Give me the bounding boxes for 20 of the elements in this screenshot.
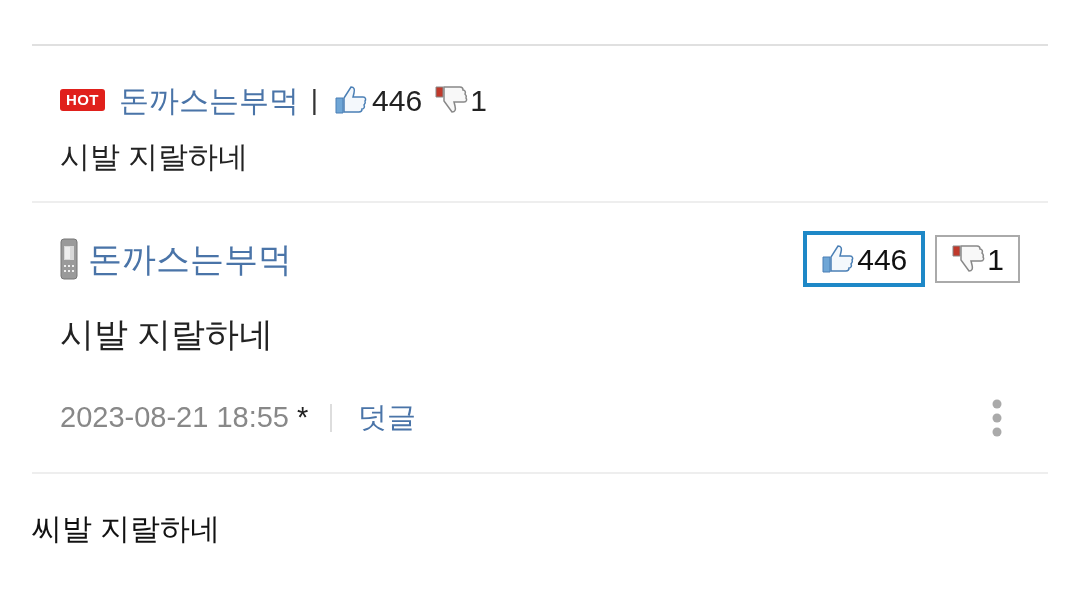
body-text: 씨발 지랄하네 — [32, 511, 222, 547]
dislike-button[interactable]: 1 — [935, 235, 1020, 283]
author-name[interactable]: 돈까스는부먹 — [118, 77, 299, 123]
comment-text: 시발 지랄하네 — [60, 314, 275, 355]
dislike-count: 1 — [470, 82, 487, 119]
thumbs-up-icon — [334, 84, 369, 116]
mobile-phone-icon — [60, 238, 78, 280]
reply-link[interactable]: 덧글 — [358, 396, 417, 440]
thumbs-up-icon — [821, 243, 856, 275]
comment-date: 2023-08-21 18:55 — [60, 400, 289, 436]
hot-badge: HOT — [60, 89, 105, 111]
author-name[interactable]: 돈까스는부먹 — [88, 233, 292, 285]
thumbs-down-icon — [434, 84, 469, 116]
like-count: 446 — [372, 82, 423, 119]
like-button[interactable]: 446 — [803, 231, 926, 287]
edited-mark: * — [297, 400, 309, 436]
thumbs-down-icon — [951, 243, 986, 275]
comment-text: 시발 지랄하네 — [60, 139, 250, 175]
more-options-icon[interactable] — [992, 399, 1002, 437]
separator: | — [310, 83, 319, 117]
